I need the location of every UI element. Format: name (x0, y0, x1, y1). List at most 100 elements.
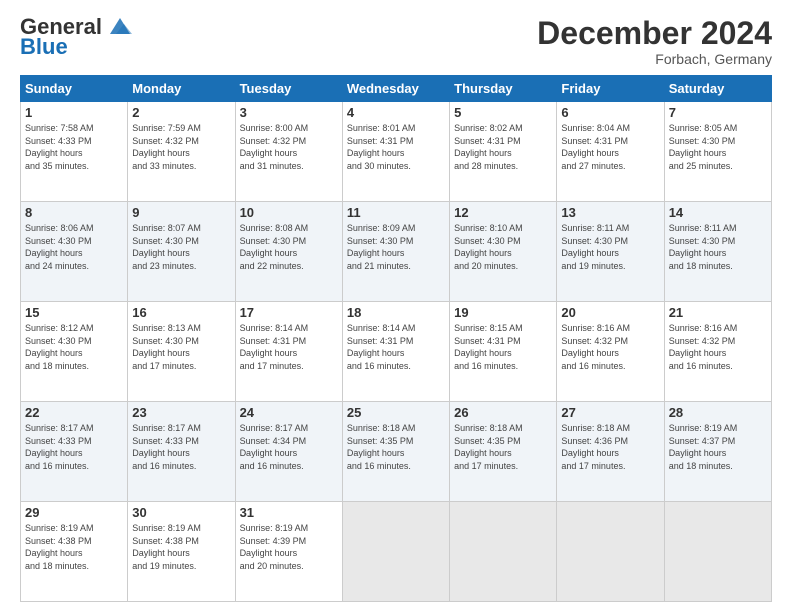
day-number: 13 (561, 205, 659, 220)
calendar-cell (557, 502, 664, 602)
day-number: 4 (347, 105, 445, 120)
day-number: 19 (454, 305, 552, 320)
day-number: 30 (132, 505, 230, 520)
day-number: 9 (132, 205, 230, 220)
day-info: Sunrise: 8:19 AM Sunset: 4:38 PM Dayligh… (132, 522, 230, 572)
day-number: 24 (240, 405, 338, 420)
day-info: Sunrise: 8:17 AM Sunset: 4:33 PM Dayligh… (132, 422, 230, 472)
day-number: 21 (669, 305, 767, 320)
calendar-cell: 11 Sunrise: 8:09 AM Sunset: 4:30 PM Dayl… (342, 202, 449, 302)
calendar-cell: 21 Sunrise: 8:16 AM Sunset: 4:32 PM Dayl… (664, 302, 771, 402)
day-number: 25 (347, 405, 445, 420)
day-info: Sunrise: 8:14 AM Sunset: 4:31 PM Dayligh… (347, 322, 445, 372)
calendar-cell: 24 Sunrise: 8:17 AM Sunset: 4:34 PM Dayl… (235, 402, 342, 502)
day-info: Sunrise: 8:07 AM Sunset: 4:30 PM Dayligh… (132, 222, 230, 272)
col-header-tuesday: Tuesday (235, 76, 342, 102)
calendar-cell (664, 502, 771, 602)
calendar-cell: 3 Sunrise: 8:00 AM Sunset: 4:32 PM Dayli… (235, 102, 342, 202)
day-info: Sunrise: 8:02 AM Sunset: 4:31 PM Dayligh… (454, 122, 552, 172)
day-number: 16 (132, 305, 230, 320)
day-info: Sunrise: 8:18 AM Sunset: 4:36 PM Dayligh… (561, 422, 659, 472)
day-info: Sunrise: 8:16 AM Sunset: 4:32 PM Dayligh… (561, 322, 659, 372)
day-number: 20 (561, 305, 659, 320)
day-info: Sunrise: 8:06 AM Sunset: 4:30 PM Dayligh… (25, 222, 123, 272)
calendar-cell: 8 Sunrise: 8:06 AM Sunset: 4:30 PM Dayli… (21, 202, 128, 302)
day-info: Sunrise: 8:15 AM Sunset: 4:31 PM Dayligh… (454, 322, 552, 372)
calendar-cell: 25 Sunrise: 8:18 AM Sunset: 4:35 PM Dayl… (342, 402, 449, 502)
title-block: December 2024 Forbach, Germany (537, 16, 772, 67)
day-info: Sunrise: 8:00 AM Sunset: 4:32 PM Dayligh… (240, 122, 338, 172)
header: General Blue December 2024 Forbach, Germ… (20, 16, 772, 67)
day-info: Sunrise: 8:01 AM Sunset: 4:31 PM Dayligh… (347, 122, 445, 172)
logo: General Blue (20, 16, 134, 58)
day-number: 23 (132, 405, 230, 420)
page: General Blue December 2024 Forbach, Germ… (0, 0, 792, 612)
calendar-cell: 4 Sunrise: 8:01 AM Sunset: 4:31 PM Dayli… (342, 102, 449, 202)
calendar-cell: 20 Sunrise: 8:16 AM Sunset: 4:32 PM Dayl… (557, 302, 664, 402)
calendar-cell: 18 Sunrise: 8:14 AM Sunset: 4:31 PM Dayl… (342, 302, 449, 402)
day-number: 22 (25, 405, 123, 420)
day-number: 2 (132, 105, 230, 120)
day-info: Sunrise: 7:58 AM Sunset: 4:33 PM Dayligh… (25, 122, 123, 172)
subtitle: Forbach, Germany (537, 51, 772, 67)
day-number: 28 (669, 405, 767, 420)
day-number: 31 (240, 505, 338, 520)
calendar-cell: 15 Sunrise: 8:12 AM Sunset: 4:30 PM Dayl… (21, 302, 128, 402)
day-info: Sunrise: 8:18 AM Sunset: 4:35 PM Dayligh… (347, 422, 445, 472)
calendar-cell: 9 Sunrise: 8:07 AM Sunset: 4:30 PM Dayli… (128, 202, 235, 302)
calendar-table: SundayMondayTuesdayWednesdayThursdayFrid… (20, 75, 772, 602)
day-info: Sunrise: 8:04 AM Sunset: 4:31 PM Dayligh… (561, 122, 659, 172)
col-header-sunday: Sunday (21, 76, 128, 102)
col-header-friday: Friday (557, 76, 664, 102)
day-info: Sunrise: 8:19 AM Sunset: 4:38 PM Dayligh… (25, 522, 123, 572)
day-info: Sunrise: 8:08 AM Sunset: 4:30 PM Dayligh… (240, 222, 338, 272)
day-number: 14 (669, 205, 767, 220)
day-info: Sunrise: 8:12 AM Sunset: 4:30 PM Dayligh… (25, 322, 123, 372)
day-info: Sunrise: 7:59 AM Sunset: 4:32 PM Dayligh… (132, 122, 230, 172)
calendar-cell: 31 Sunrise: 8:19 AM Sunset: 4:39 PM Dayl… (235, 502, 342, 602)
calendar-cell: 17 Sunrise: 8:14 AM Sunset: 4:31 PM Dayl… (235, 302, 342, 402)
day-number: 18 (347, 305, 445, 320)
day-info: Sunrise: 8:16 AM Sunset: 4:32 PM Dayligh… (669, 322, 767, 372)
day-number: 26 (454, 405, 552, 420)
day-number: 3 (240, 105, 338, 120)
calendar-cell: 2 Sunrise: 7:59 AM Sunset: 4:32 PM Dayli… (128, 102, 235, 202)
day-number: 8 (25, 205, 123, 220)
calendar-cell: 19 Sunrise: 8:15 AM Sunset: 4:31 PM Dayl… (450, 302, 557, 402)
day-info: Sunrise: 8:14 AM Sunset: 4:31 PM Dayligh… (240, 322, 338, 372)
calendar-cell: 27 Sunrise: 8:18 AM Sunset: 4:36 PM Dayl… (557, 402, 664, 502)
col-header-saturday: Saturday (664, 76, 771, 102)
calendar-cell: 14 Sunrise: 8:11 AM Sunset: 4:30 PM Dayl… (664, 202, 771, 302)
calendar-cell: 30 Sunrise: 8:19 AM Sunset: 4:38 PM Dayl… (128, 502, 235, 602)
day-number: 6 (561, 105, 659, 120)
main-title: December 2024 (537, 16, 772, 51)
day-info: Sunrise: 8:11 AM Sunset: 4:30 PM Dayligh… (561, 222, 659, 272)
calendar-cell: 29 Sunrise: 8:19 AM Sunset: 4:38 PM Dayl… (21, 502, 128, 602)
day-info: Sunrise: 8:19 AM Sunset: 4:39 PM Dayligh… (240, 522, 338, 572)
col-header-monday: Monday (128, 76, 235, 102)
calendar-cell (342, 502, 449, 602)
day-number: 27 (561, 405, 659, 420)
calendar-cell: 1 Sunrise: 7:58 AM Sunset: 4:33 PM Dayli… (21, 102, 128, 202)
day-info: Sunrise: 8:05 AM Sunset: 4:30 PM Dayligh… (669, 122, 767, 172)
calendar-cell: 22 Sunrise: 8:17 AM Sunset: 4:33 PM Dayl… (21, 402, 128, 502)
col-header-thursday: Thursday (450, 76, 557, 102)
calendar-cell (450, 502, 557, 602)
calendar-cell: 10 Sunrise: 8:08 AM Sunset: 4:30 PM Dayl… (235, 202, 342, 302)
logo-icon (106, 16, 134, 38)
calendar-cell: 6 Sunrise: 8:04 AM Sunset: 4:31 PM Dayli… (557, 102, 664, 202)
calendar-cell: 16 Sunrise: 8:13 AM Sunset: 4:30 PM Dayl… (128, 302, 235, 402)
calendar-cell: 28 Sunrise: 8:19 AM Sunset: 4:37 PM Dayl… (664, 402, 771, 502)
day-info: Sunrise: 8:19 AM Sunset: 4:37 PM Dayligh… (669, 422, 767, 472)
col-header-wednesday: Wednesday (342, 76, 449, 102)
day-number: 7 (669, 105, 767, 120)
calendar-cell: 7 Sunrise: 8:05 AM Sunset: 4:30 PM Dayli… (664, 102, 771, 202)
day-number: 10 (240, 205, 338, 220)
calendar-cell: 12 Sunrise: 8:10 AM Sunset: 4:30 PM Dayl… (450, 202, 557, 302)
calendar-cell: 26 Sunrise: 8:18 AM Sunset: 4:35 PM Dayl… (450, 402, 557, 502)
day-info: Sunrise: 8:09 AM Sunset: 4:30 PM Dayligh… (347, 222, 445, 272)
day-info: Sunrise: 8:17 AM Sunset: 4:34 PM Dayligh… (240, 422, 338, 472)
day-number: 29 (25, 505, 123, 520)
day-info: Sunrise: 8:18 AM Sunset: 4:35 PM Dayligh… (454, 422, 552, 472)
day-number: 11 (347, 205, 445, 220)
